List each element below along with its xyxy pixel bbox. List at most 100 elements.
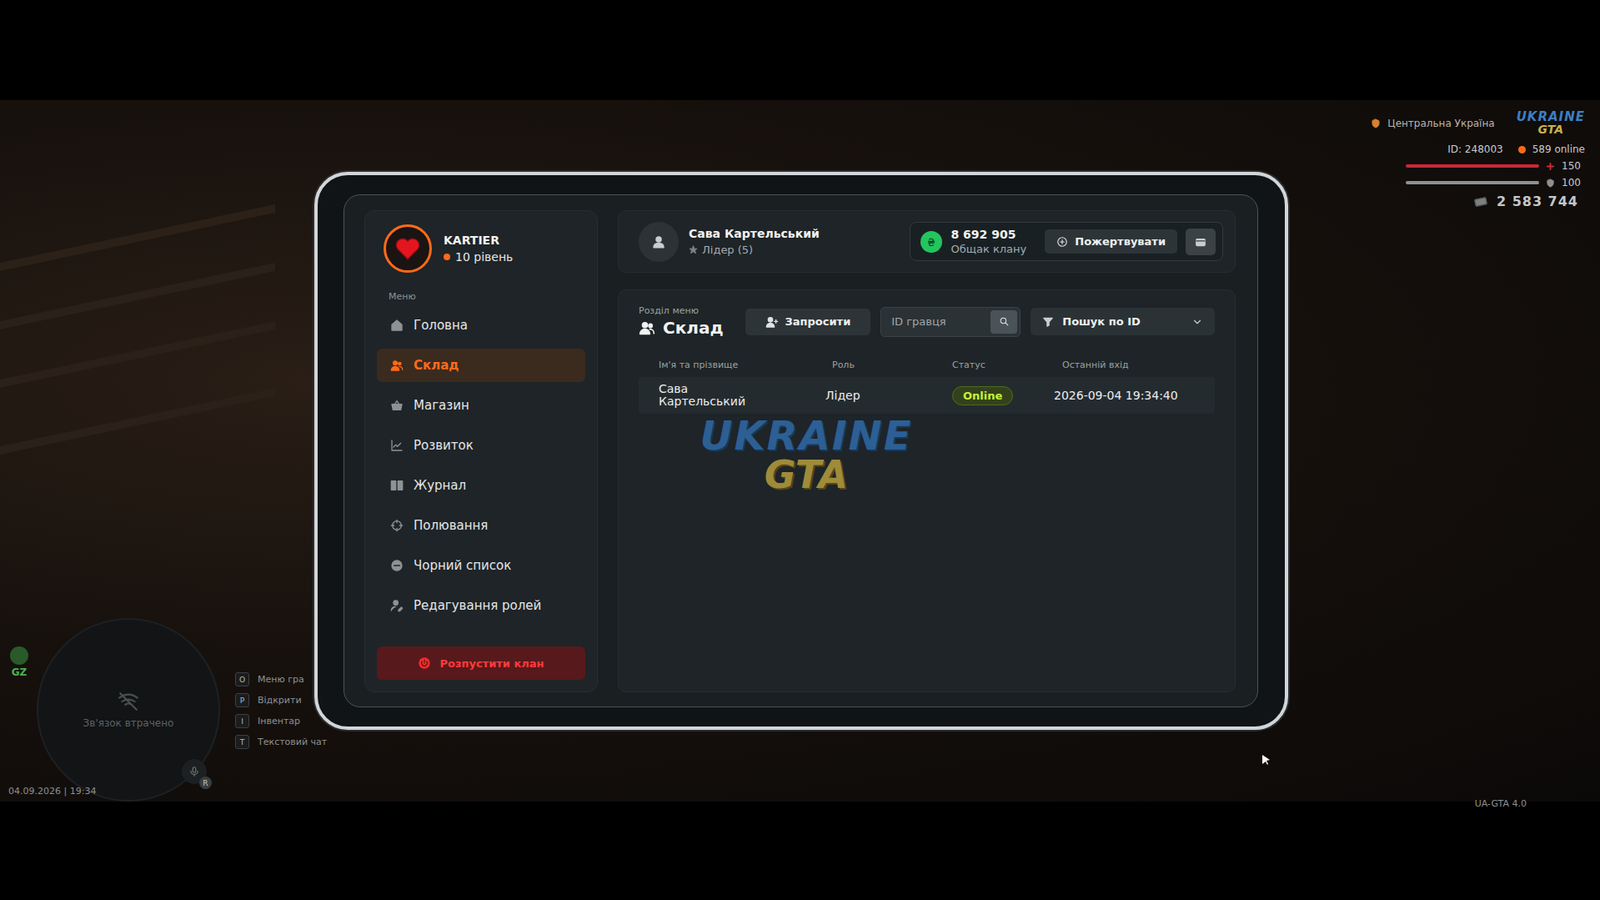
hint-label: Меню гра: [257, 673, 305, 685]
table-header: Ім'я та прізвищеРольСтатусОстанній вхід: [638, 359, 1215, 377]
clan-level-text: 10 рівень: [455, 250, 513, 264]
donate-button[interactable]: Пожертвувати: [1044, 229, 1178, 254]
health-fill: [1405, 164, 1540, 168]
filter-dropdown[interactable]: Пошук по ID: [1030, 307, 1215, 336]
section-caption: Розділ меню: [638, 305, 724, 316]
armor-bar: [1405, 180, 1540, 185]
sidebar-item[interactable]: Розвиток: [376, 428, 586, 462]
no-signal-icon: [82, 690, 175, 713]
clan-text: KARTIER 10 рівень: [443, 233, 513, 264]
key-cap: I: [235, 713, 250, 728]
sidebar-item[interactable]: Магазин: [376, 388, 586, 422]
section-title-text: Склад: [662, 317, 724, 338]
search-button[interactable]: [990, 310, 1018, 334]
clan-balance: 8 692 905Общак клануПожертвувати: [909, 221, 1224, 261]
member-role: Лідер: [825, 388, 953, 402]
member-status: Online: [952, 386, 1063, 406]
heart-icon: [394, 236, 422, 261]
player-rank-text: Лідер (5): [702, 243, 753, 256]
search-icon: [998, 315, 1010, 327]
menu-heading: Меню: [388, 290, 586, 302]
key-cap: T: [235, 734, 250, 749]
search-field[interactable]: [880, 306, 1021, 337]
user-icon: [651, 234, 667, 250]
shelf: [0, 387, 276, 455]
sidebar-item[interactable]: Редагування ролей: [376, 588, 586, 622]
online-dot: [1518, 145, 1526, 154]
shield-icon: [1545, 178, 1555, 188]
hud-id-row: ID: 248003 589 online: [1447, 143, 1585, 156]
sidebar-item-label: Редагування ролей: [413, 597, 542, 613]
sidebar-item[interactable]: Склад: [376, 348, 586, 382]
filter-left: Пошук по ID: [1042, 315, 1141, 328]
book-icon: [390, 478, 404, 492]
player-info: Сава КартельськийЛідер (5): [638, 221, 820, 262]
sidebar-item-label: Чорний список: [413, 557, 512, 573]
online-count: 589 online: [1532, 143, 1585, 156]
wallet-button[interactable]: [1185, 228, 1216, 256]
player-id: ID: 248003: [1447, 143, 1503, 156]
disband-label: Розпустити клан: [439, 657, 544, 670]
invite-button[interactable]: Запросити: [745, 308, 872, 336]
chart-icon: [390, 438, 404, 452]
user-plus-icon: [765, 315, 779, 329]
sidebar-item[interactable]: Полювання: [376, 508, 586, 542]
level-dot: [443, 253, 451, 261]
date-time: 04.09.2026 | 19:34: [8, 785, 96, 797]
armor-row: 100: [1405, 176, 1585, 189]
cursor-icon: [1262, 754, 1271, 765]
member-last-login: 2026-09-04 19:34:40: [1053, 388, 1215, 402]
home-icon: [390, 318, 404, 332]
region-label: Центральна Україна: [1387, 117, 1495, 130]
gz-icon: [10, 646, 29, 665]
watermark-bottom: GTA: [764, 455, 848, 494]
player-avatar: [638, 221, 679, 262]
key-cap: O: [235, 672, 250, 687]
power-icon: [417, 656, 432, 670]
logo-top: UKRAINE: [1516, 110, 1585, 124]
voice-button[interactable]: R: [181, 758, 207, 784]
column-header: Ім'я та прізвище: [658, 359, 833, 371]
logo-bottom: GTA: [1538, 123, 1565, 136]
sidebar-item-label: Журнал: [413, 477, 467, 493]
sidebar-item[interactable]: Головна: [376, 308, 586, 342]
sidebar: KARTIER 10 рівень Меню Головна Склад Магазин Р…: [364, 210, 598, 693]
invite-label: Запросити: [785, 315, 852, 328]
disband-button[interactable]: Розпустити клан: [376, 646, 586, 680]
column-header: Статус: [952, 359, 1063, 371]
shelf: [0, 321, 276, 388]
table-row[interactable]: Сава КартельськийЛідерOnline2026-09-04 1…: [638, 376, 1215, 414]
wallet-icon: [1194, 235, 1207, 248]
clan-level: 10 рівень: [443, 250, 513, 264]
section-heading: Склад: [638, 317, 724, 338]
sidebar-item-label: Магазин: [413, 397, 470, 413]
watermark: UKRAINEGTA: [693, 415, 919, 494]
key-hint: PВідкрити: [235, 692, 327, 708]
star-icon: [688, 245, 698, 255]
key-hint: O Меню гра: [235, 672, 327, 687]
voice-key: R: [199, 776, 212, 789]
column-header: Останній вхід: [1062, 359, 1215, 371]
key-hint: IІнвентар: [235, 713, 327, 728]
crosshair-icon: [390, 518, 404, 532]
balance-label: Общак клану: [950, 242, 1027, 256]
hryvnia-icon: [925, 235, 938, 248]
health-row: 150: [1405, 160, 1585, 172]
clan-name: KARTIER: [443, 233, 513, 247]
player-header: Сава КартельськийЛідер (5)8 692 905Общак…: [617, 210, 1236, 273]
sidebar-item[interactable]: Журнал: [376, 468, 586, 502]
section-title: Розділ менюСклад: [638, 305, 724, 338]
health-bar: [1405, 164, 1540, 168]
basket-icon: [390, 398, 404, 412]
key-cap: P: [235, 692, 250, 708]
minimap-status: Зв'язок втрачено: [82, 717, 175, 729]
money-icon: [1471, 195, 1490, 209]
game-scene: Центральна УкраїнаUKRAINEGTAID: 24800358…: [0, 100, 1600, 802]
hud-top-right: Центральна Україна UKRAINEGTA ID: 248003 58…: [1334, 110, 1585, 210]
hint-label: Текстовий чат: [257, 736, 327, 748]
sidebar-item[interactable]: Чорний список: [376, 548, 586, 582]
members-panel: Розділ менюСклад Запросити Пошук по ID Ім'я…: [617, 289, 1236, 693]
player-id-input[interactable]: [891, 315, 991, 328]
main-area: Сава КартельськийЛідер (5)8 692 905Общак…: [617, 210, 1236, 693]
plus-circle-icon: [1056, 235, 1069, 248]
